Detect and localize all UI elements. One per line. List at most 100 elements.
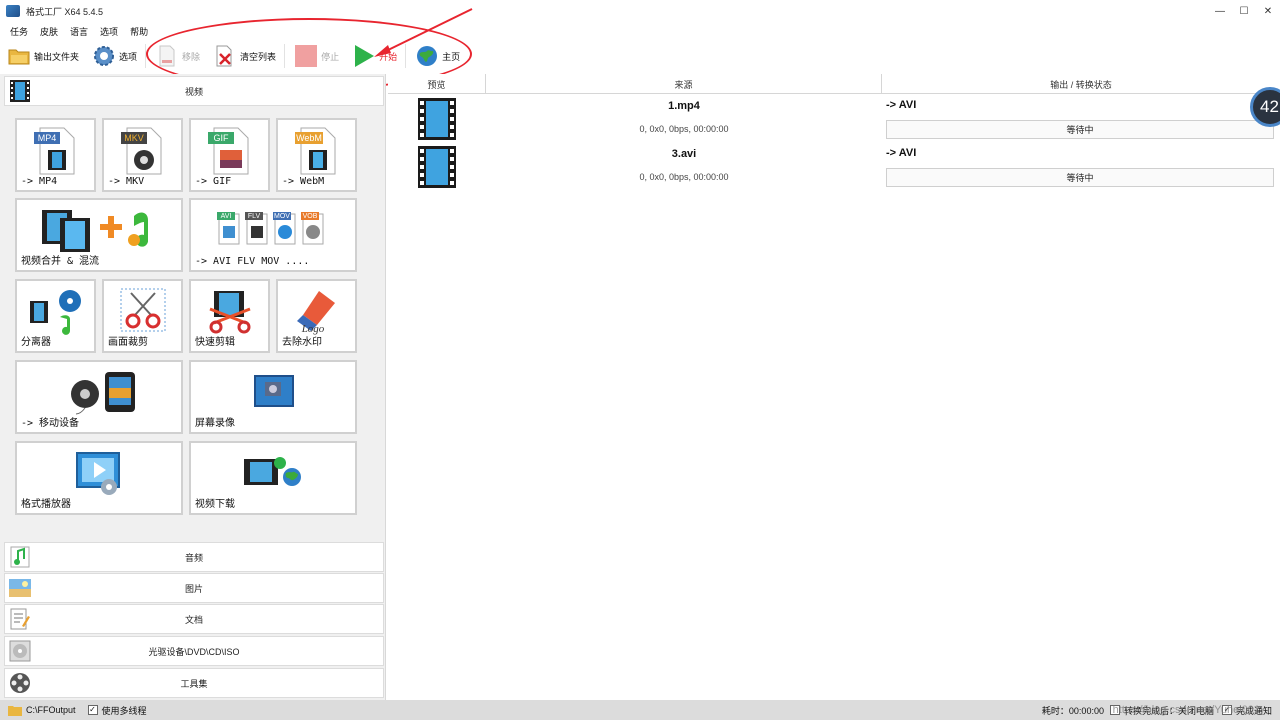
output-folder-label: 输出文件夹 (34, 51, 80, 62)
flv-tag: FLV (248, 213, 261, 220)
folder-icon (8, 705, 22, 716)
maximize-button[interactable]: ☐ (1232, 0, 1256, 22)
menu-help[interactable]: 帮助 (130, 25, 148, 38)
tile-label: 画面裁剪 (108, 337, 148, 348)
tile-crop[interactable]: 画面裁剪 (102, 279, 183, 353)
gif-file-icon: GIF (191, 126, 268, 176)
tile-remove-watermark[interactable]: Logo 去除水印 (276, 279, 357, 353)
tile-splitter[interactable]: 分离器 (15, 279, 96, 353)
output-folder-button[interactable]: 输出文件夹 (0, 42, 85, 70)
tile-screen-record[interactable]: 屏幕录像 (189, 360, 357, 434)
category-video-label: 视频 (184, 86, 203, 97)
tile-to-mp4[interactable]: MP4 -> MP4 (15, 118, 96, 192)
watermark: https://blog.csdn.net/Yuhei001 (1112, 704, 1260, 716)
mp4-tag: MP4 (37, 133, 56, 143)
category-audio[interactable]: 音频 (4, 542, 384, 572)
category-video[interactable]: 视频 (4, 76, 384, 106)
category-picture-label: 图片 (184, 583, 203, 594)
output-path-text: C:\FFOutput (26, 705, 76, 715)
remove-button[interactable]: 移除 (148, 42, 206, 70)
category-picture[interactable]: 图片 (4, 573, 384, 603)
conversion-status: 等待中 (886, 120, 1274, 139)
video-thumbnail-icon (418, 98, 456, 142)
tile-label: 屏幕录像 (195, 418, 235, 429)
webm-tag: WebM (296, 133, 322, 143)
tile-label: -> MKV (108, 176, 145, 187)
tile-label: -> AVI FLV MOV .... (195, 256, 310, 267)
mkv-tag: MKV (124, 133, 144, 143)
file-info: 0, 0x0, 0bps, 00:00:00 (639, 172, 729, 182)
tile-format-player[interactable]: 格式播放器 (15, 441, 183, 515)
status-bar: C:\FFOutput ✓ 使用多线程 耗时：00:00:00 转换完成后：关闭… (0, 700, 1280, 720)
play-icon (353, 45, 375, 67)
close-button[interactable]: ✕ (1256, 0, 1280, 22)
merge-icon (17, 206, 181, 256)
player-icon (17, 449, 181, 497)
remove-file-icon (156, 45, 178, 67)
eraser-icon: Logo (278, 287, 355, 337)
clear-list-button[interactable]: 清空列表 (206, 42, 282, 70)
globe-icon (416, 45, 438, 67)
tile-label: -> WebM (282, 176, 325, 187)
output-path[interactable]: C:\FFOutput (8, 705, 76, 716)
tile-to-webm[interactable]: WebM -> WebM (276, 118, 357, 192)
tile-to-multi-format[interactable]: AVI FLV MOV VOB -> AVI FLV MOV .... (189, 198, 357, 272)
start-button[interactable]: 开始 (345, 42, 403, 70)
home-label: 主页 (442, 51, 461, 62)
title-bar: 格式工厂 X64 5.4.5 — ☐ ✕ (0, 0, 1280, 22)
col-source[interactable]: 来源 (486, 74, 882, 94)
category-optical-drive[interactable]: 光驱设备\DVD\CD\ISO (4, 636, 384, 666)
menu-task[interactable]: 任务 (10, 25, 28, 38)
screen-record-icon (191, 368, 355, 412)
tile-label: 视频合并 & 混流 (21, 256, 100, 267)
tile-video-merge[interactable]: 视频合并 & 混流 (15, 198, 183, 272)
tile-video-download[interactable]: 视频下载 (189, 441, 357, 515)
table-row[interactable]: 1.mp4 0, 0x0, 0bps, 00:00:00 -> AVI 等待中 (388, 96, 1280, 144)
output-format: -> AVI (886, 99, 917, 111)
stop-icon (295, 45, 318, 67)
tile-label: 去除水印 (282, 337, 322, 348)
clear-list-label: 清空列表 (240, 51, 277, 62)
output-format: -> AVI (886, 147, 917, 159)
video-thumbnail-icon (418, 146, 456, 190)
stop-label: 停止 (321, 51, 340, 62)
app-icon (6, 5, 20, 17)
options-button[interactable]: 选项 (85, 42, 143, 70)
avi-tag: AVI (221, 213, 232, 220)
webm-file-icon: WebM (278, 126, 355, 176)
tile-label: 快速剪辑 (195, 337, 235, 348)
file-info: 0, 0x0, 0bps, 00:00:00 (639, 124, 729, 134)
conversion-status: 等待中 (886, 168, 1274, 187)
menu-skin[interactable]: 皮肤 (40, 25, 58, 38)
gif-tag: GIF (213, 133, 229, 143)
options-label: 选项 (119, 51, 138, 62)
vob-tag: VOB (303, 213, 318, 220)
gear-icon (93, 45, 115, 67)
col-preview[interactable]: 预览 (388, 74, 486, 94)
toolbar-separator (405, 44, 407, 68)
category-tools[interactable]: 工具集 (4, 668, 384, 698)
tile-to-gif[interactable]: GIF -> GIF (189, 118, 270, 192)
tile-to-mobile[interactable]: -> 移动设备 (15, 360, 183, 434)
mp4-file-icon: MP4 (17, 126, 94, 176)
window-title: 格式工厂 X64 5.4.5 (26, 6, 104, 17)
col-output-status[interactable]: 输出 / 转换状态 (882, 74, 1280, 94)
task-table-header: 预览 来源 输出 / 转换状态 (388, 74, 1280, 94)
tile-label: 格式播放器 (21, 499, 71, 510)
category-panel: 视频 MP4 -> MP4 MKV -> MKV GIF -> GIF WebM… (0, 74, 386, 700)
mkv-file-icon: MKV (104, 126, 181, 176)
table-row[interactable]: 3.avi 0, 0x0, 0bps, 00:00:00 -> AVI 等待中 (388, 144, 1280, 192)
category-audio-label: 音频 (184, 552, 203, 563)
stop-button[interactable]: 停止 (287, 42, 345, 70)
home-button[interactable]: 主页 (408, 42, 466, 70)
tile-quick-clip[interactable]: 快速剪辑 (189, 279, 270, 353)
category-optical-label: 光驱设备\DVD\CD\ISO (148, 646, 240, 657)
category-document[interactable]: 文档 (4, 604, 384, 634)
multithread-checkbox[interactable]: ✓ 使用多线程 (87, 704, 147, 717)
tile-to-mkv[interactable]: MKV -> MKV (102, 118, 183, 192)
minimize-button[interactable]: — (1208, 0, 1232, 22)
menu-options[interactable]: 选项 (100, 25, 118, 38)
multithread-label: 使用多线程 (101, 705, 147, 716)
checkbox-checked-icon: ✓ (87, 705, 98, 715)
menu-language[interactable]: 语言 (70, 25, 88, 38)
